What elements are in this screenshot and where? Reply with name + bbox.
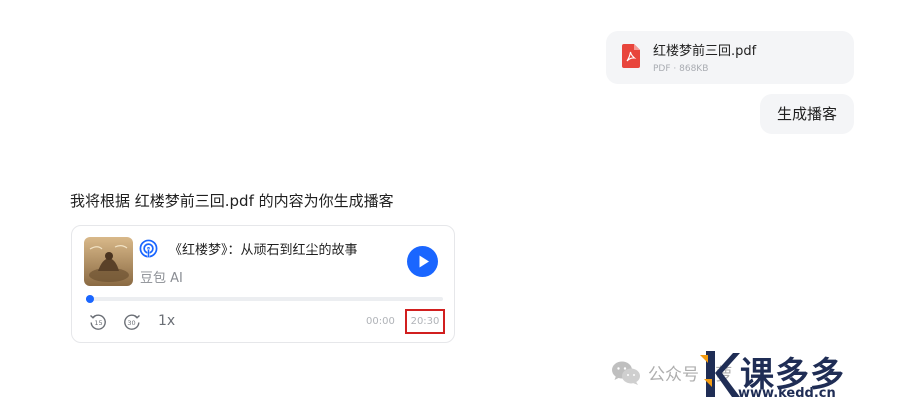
podcast-title: 《红楼梦》：从顽石到红尘的故事: [169, 243, 358, 258]
podcast-author: 豆包 AI: [140, 271, 183, 286]
time-total: 20:30: [405, 309, 445, 334]
file-attachment[interactable]: 红楼梦前三回.pdf PDF · 868KB: [606, 31, 854, 84]
rewind-15-icon[interactable]: 15: [89, 313, 107, 331]
file-name: 红楼梦前三回.pdf: [653, 44, 757, 59]
podcast-card: 《红楼梦》：从顽石到红尘的故事 豆包 AI 15 30 1x 00:00 20:…: [71, 225, 455, 343]
progress-handle[interactable]: [86, 295, 94, 303]
pdf-icon: [622, 44, 640, 68]
watermark-url: www.kedd.cn: [738, 386, 836, 401]
file-meta: PDF · 868KB: [653, 64, 709, 74]
play-icon: [419, 255, 429, 268]
user-message-bubble: 生成播客: [760, 94, 854, 134]
brand-logo-icon: [700, 351, 740, 397]
bot-message-text: 我将根据 红楼梦前三回.pdf 的内容为你生成播客: [70, 192, 394, 210]
play-button[interactable]: [407, 246, 438, 277]
forward-30-icon[interactable]: 30: [123, 313, 141, 331]
wechat-icon: [612, 361, 640, 385]
progress-bar[interactable]: [86, 295, 443, 303]
playback-speed-button[interactable]: 1x: [158, 313, 175, 329]
time-current: 00:00: [366, 316, 395, 327]
podcast-broadcast-icon: [139, 239, 158, 258]
svg-text:30: 30: [127, 319, 135, 327]
podcast-cover-image: [84, 237, 133, 286]
svg-text:15: 15: [94, 319, 102, 327]
